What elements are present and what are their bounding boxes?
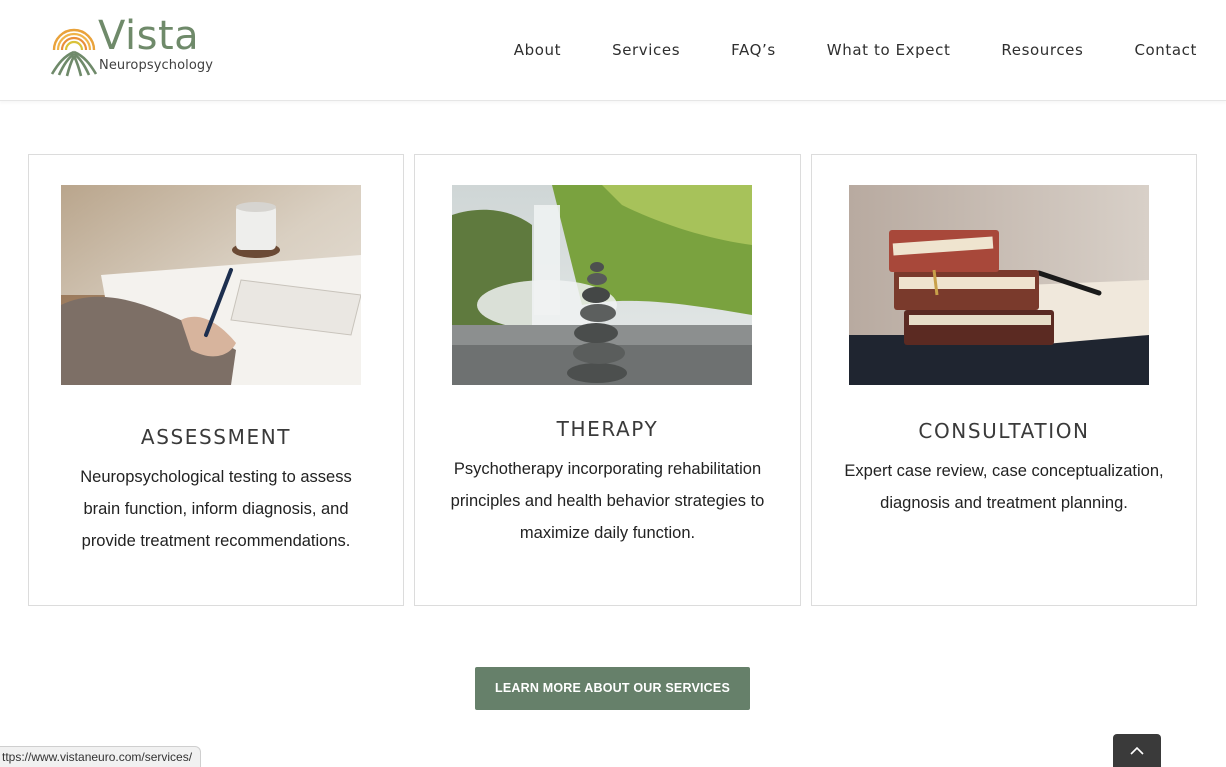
- person-writing-notes-image: [61, 185, 361, 385]
- stacked-stones-waterfall-image: [452, 185, 752, 385]
- vista-logo-icon: [50, 28, 98, 77]
- nav-item-services[interactable]: Services: [612, 41, 680, 59]
- site-logo[interactable]: Vista Neuropsychology: [48, 13, 218, 80]
- card-description: Neuropsychological testing to assess bra…: [80, 468, 352, 550]
- learn-more-services-button[interactable]: LEARN MORE ABOUT OUR SERVICES: [475, 667, 750, 710]
- chevron-up-icon: [1130, 746, 1144, 755]
- card-title: ASSESSMENT: [140, 425, 292, 449]
- stacked-books-pen-image: [849, 185, 1149, 385]
- nav-item-resources[interactable]: Resources: [1001, 41, 1083, 59]
- service-card-therapy: THERAPY Psychotherapy incorporating reha…: [414, 154, 801, 606]
- card-title: THERAPY: [556, 417, 659, 441]
- site-header: Vista Neuropsychology About Services FAQ…: [0, 0, 1226, 101]
- card-title: CONSULTATION: [918, 419, 1090, 443]
- nav-item-about[interactable]: About: [514, 41, 561, 59]
- nav-item-faqs[interactable]: FAQ’s: [731, 41, 776, 59]
- status-bar-url: ttps://www.vistaneuro.com/services/: [0, 746, 202, 767]
- go-to-top-button[interactable]: [1113, 734, 1161, 767]
- service-card-consultation: CONSULTATION Expert case review, case co…: [811, 154, 1197, 606]
- nav-item-what-to-expect[interactable]: What to Expect: [827, 41, 951, 59]
- card-description: Expert case review, case conceptualizati…: [844, 462, 1164, 512]
- nav-item-contact[interactable]: Contact: [1134, 41, 1197, 59]
- logo-wordmark: Vista: [98, 13, 200, 59]
- card-description: Psychotherapy incorporating rehabilitati…: [450, 460, 765, 542]
- main-nav: About Services FAQ’s What to Expect Reso…: [514, 39, 1197, 61]
- service-card-assessment: ASSESSMENT Neuropsychological testing to…: [28, 154, 404, 606]
- logo-subtitle: Neuropsychology: [99, 58, 214, 73]
